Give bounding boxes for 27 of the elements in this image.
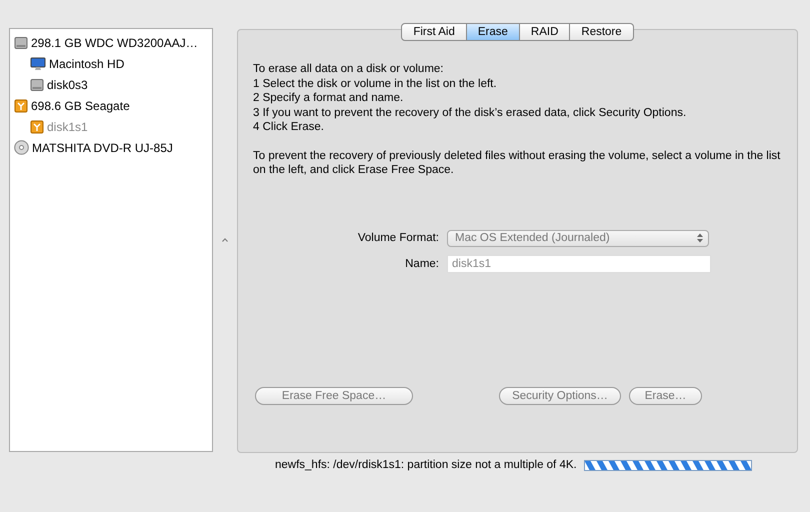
tab[interactable]: Erase: [466, 23, 520, 41]
disk-list-item[interactable]: 698.6 GB Seagate: [31, 98, 130, 112]
instruction-text: 2 Specify a format and name.: [253, 91, 404, 106]
disk-list-item[interactable]: disk0s3: [47, 78, 88, 92]
tab[interactable]: RAID: [520, 23, 570, 41]
disk-list-item[interactable]: MATSHITA DVD-R UJ-85J: [32, 140, 173, 154]
instruction-text: 1 Select the disk or volume in the list on the left.: [253, 76, 498, 91]
disk-list-item[interactable]: 298.1 GB WDC WD3200AAJ…: [31, 36, 198, 50]
tab[interactable]: First Aid: [401, 23, 467, 41]
hard-drive-icon: [30, 78, 44, 92]
disk-list-item[interactable]: disk1s1: [47, 120, 88, 134]
monitor-icon: [30, 56, 46, 70]
status-message: newfs_hfs: /dev/rdisk1s1: partition size not a multiple of 4K.: [275, 459, 577, 471]
instruction-text: To erase all data on a disk or volume:: [253, 62, 444, 76]
hard-drive-icon: [14, 36, 28, 50]
field-label: Name:: [404, 258, 440, 270]
instruction-text: 4 Click Erase.: [253, 120, 325, 134]
instruction-text: To prevent the recovery of previously deleted files without erasing the volume, select a volume in the list on the left, and click Erase Free Space.: [253, 148, 782, 178]
field-label: Volume Format:: [356, 232, 440, 244]
stepper-icon: [696, 232, 704, 244]
external-drive-icon: [30, 120, 44, 134]
disk-list-item[interactable]: Macintosh HD: [49, 56, 124, 70]
disc-icon: [14, 140, 29, 155]
instruction-text: 3 If you want to prevent the recovery of the disk’s erased data, click Security Options.: [253, 106, 688, 120]
splitter-handle-icon[interactable]: [222, 238, 228, 242]
external-drive-icon: [14, 98, 28, 112]
tab[interactable]: Restore: [570, 23, 634, 41]
